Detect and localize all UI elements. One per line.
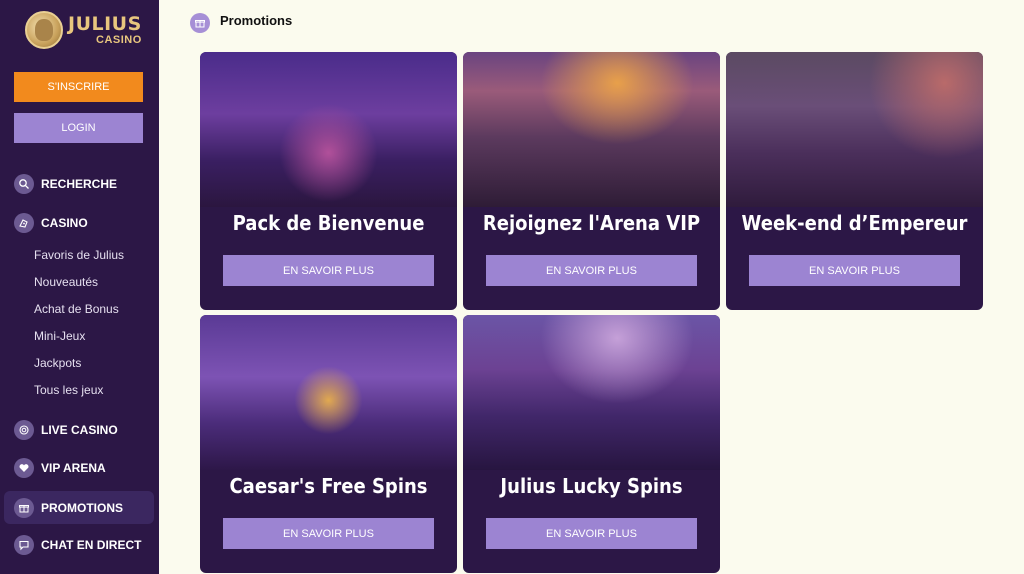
- sidebar-item-search[interactable]: RECHERCHE: [0, 168, 159, 200]
- live-casino-icon: [14, 420, 34, 440]
- gift-icon: [14, 497, 34, 518]
- chat-bubble-icon: [14, 535, 34, 555]
- sidebar-subitem-tous-jeux[interactable]: Tous les jeux: [34, 383, 103, 397]
- sidebar-subitem-achat-bonus[interactable]: Achat de Bonus: [34, 302, 119, 316]
- promo-title: Rejoignez l'Arena VIP: [482, 211, 701, 235]
- sidebar-item-label: CASINO: [41, 216, 88, 230]
- heart-icon: [14, 458, 34, 478]
- promo-title: Week-end d’Empereur: [741, 211, 968, 235]
- learn-more-button[interactable]: EN SAVOIR PLUS: [223, 518, 434, 549]
- gift-icon: [190, 13, 210, 33]
- sidebar-item-label: VIP ARENA: [41, 461, 106, 475]
- brand-sub: CASINO: [96, 33, 142, 46]
- page-header: Promotions: [190, 13, 292, 33]
- promo-title: Caesar's Free Spins: [229, 474, 428, 498]
- sidebar-item-label: RECHERCHE: [41, 177, 118, 191]
- promo-image: [463, 315, 720, 470]
- sidebar-item-promotions[interactable]: PROMOTIONS: [4, 491, 154, 524]
- search-icon: [14, 174, 34, 194]
- promo-card-vip-arena[interactable]: Rejoignez l'Arena VIP EN SAVOIR PLUS: [463, 52, 720, 310]
- page-title: Promotions: [220, 12, 293, 28]
- promo-title: Pack de Bienvenue: [232, 211, 425, 235]
- sidebar-item-label: LIVE CASINO: [41, 423, 118, 437]
- learn-more-button[interactable]: EN SAVOIR PLUS: [486, 518, 697, 549]
- sidebar-subitem-jackpots[interactable]: Jackpots: [34, 356, 81, 370]
- sidebar-item-live-casino[interactable]: LIVE CASINO: [0, 414, 159, 446]
- promo-image: [200, 315, 457, 470]
- promo-card-emperor-weekend[interactable]: Week-end d’Empereur EN SAVOIR PLUS: [726, 52, 983, 310]
- brand-logo[interactable]: JULIUS CASINO: [25, 11, 142, 49]
- sidebar-item-casino[interactable]: CASINO: [0, 207, 159, 239]
- promo-image: [463, 52, 720, 207]
- promo-card-caesar-free-spins[interactable]: Caesar's Free Spins EN SAVOIR PLUS: [200, 315, 457, 573]
- sidebar-item-chat[interactable]: CHAT EN DIRECT: [0, 529, 159, 561]
- login-button[interactable]: LOGIN: [14, 113, 143, 143]
- learn-more-button[interactable]: EN SAVOIR PLUS: [749, 255, 960, 286]
- sidebar-item-label: CHAT EN DIRECT: [41, 538, 142, 552]
- promo-card-welcome-pack[interactable]: Pack de Bienvenue EN SAVOIR PLUS: [200, 52, 457, 310]
- promo-title: Julius Lucky Spins: [500, 474, 683, 498]
- brand-name: JULIUS: [68, 12, 142, 35]
- sidebar-item-vip-arena[interactable]: VIP ARENA: [0, 452, 159, 484]
- learn-more-button[interactable]: EN SAVOIR PLUS: [223, 255, 434, 286]
- sidebar-subitem-mini-jeux[interactable]: Mini-Jeux: [34, 329, 85, 343]
- promo-card-lucky-spins[interactable]: Julius Lucky Spins EN SAVOIR PLUS: [463, 315, 720, 573]
- learn-more-button[interactable]: EN SAVOIR PLUS: [486, 255, 697, 286]
- sidebar-subitem-favoris[interactable]: Favoris de Julius: [34, 248, 124, 262]
- signup-button[interactable]: S'INSCRIRE: [14, 72, 143, 102]
- sidebar: JULIUS CASINO S'INSCRIRE LOGIN RECHERCHE…: [0, 0, 159, 574]
- casino-chip-icon: [14, 213, 34, 233]
- promo-image: [200, 52, 457, 207]
- sidebar-subitem-nouveautes[interactable]: Nouveautés: [34, 275, 98, 289]
- promo-image: [726, 52, 983, 207]
- julius-medal-icon: [25, 11, 63, 49]
- sidebar-item-label: PROMOTIONS: [41, 500, 124, 515]
